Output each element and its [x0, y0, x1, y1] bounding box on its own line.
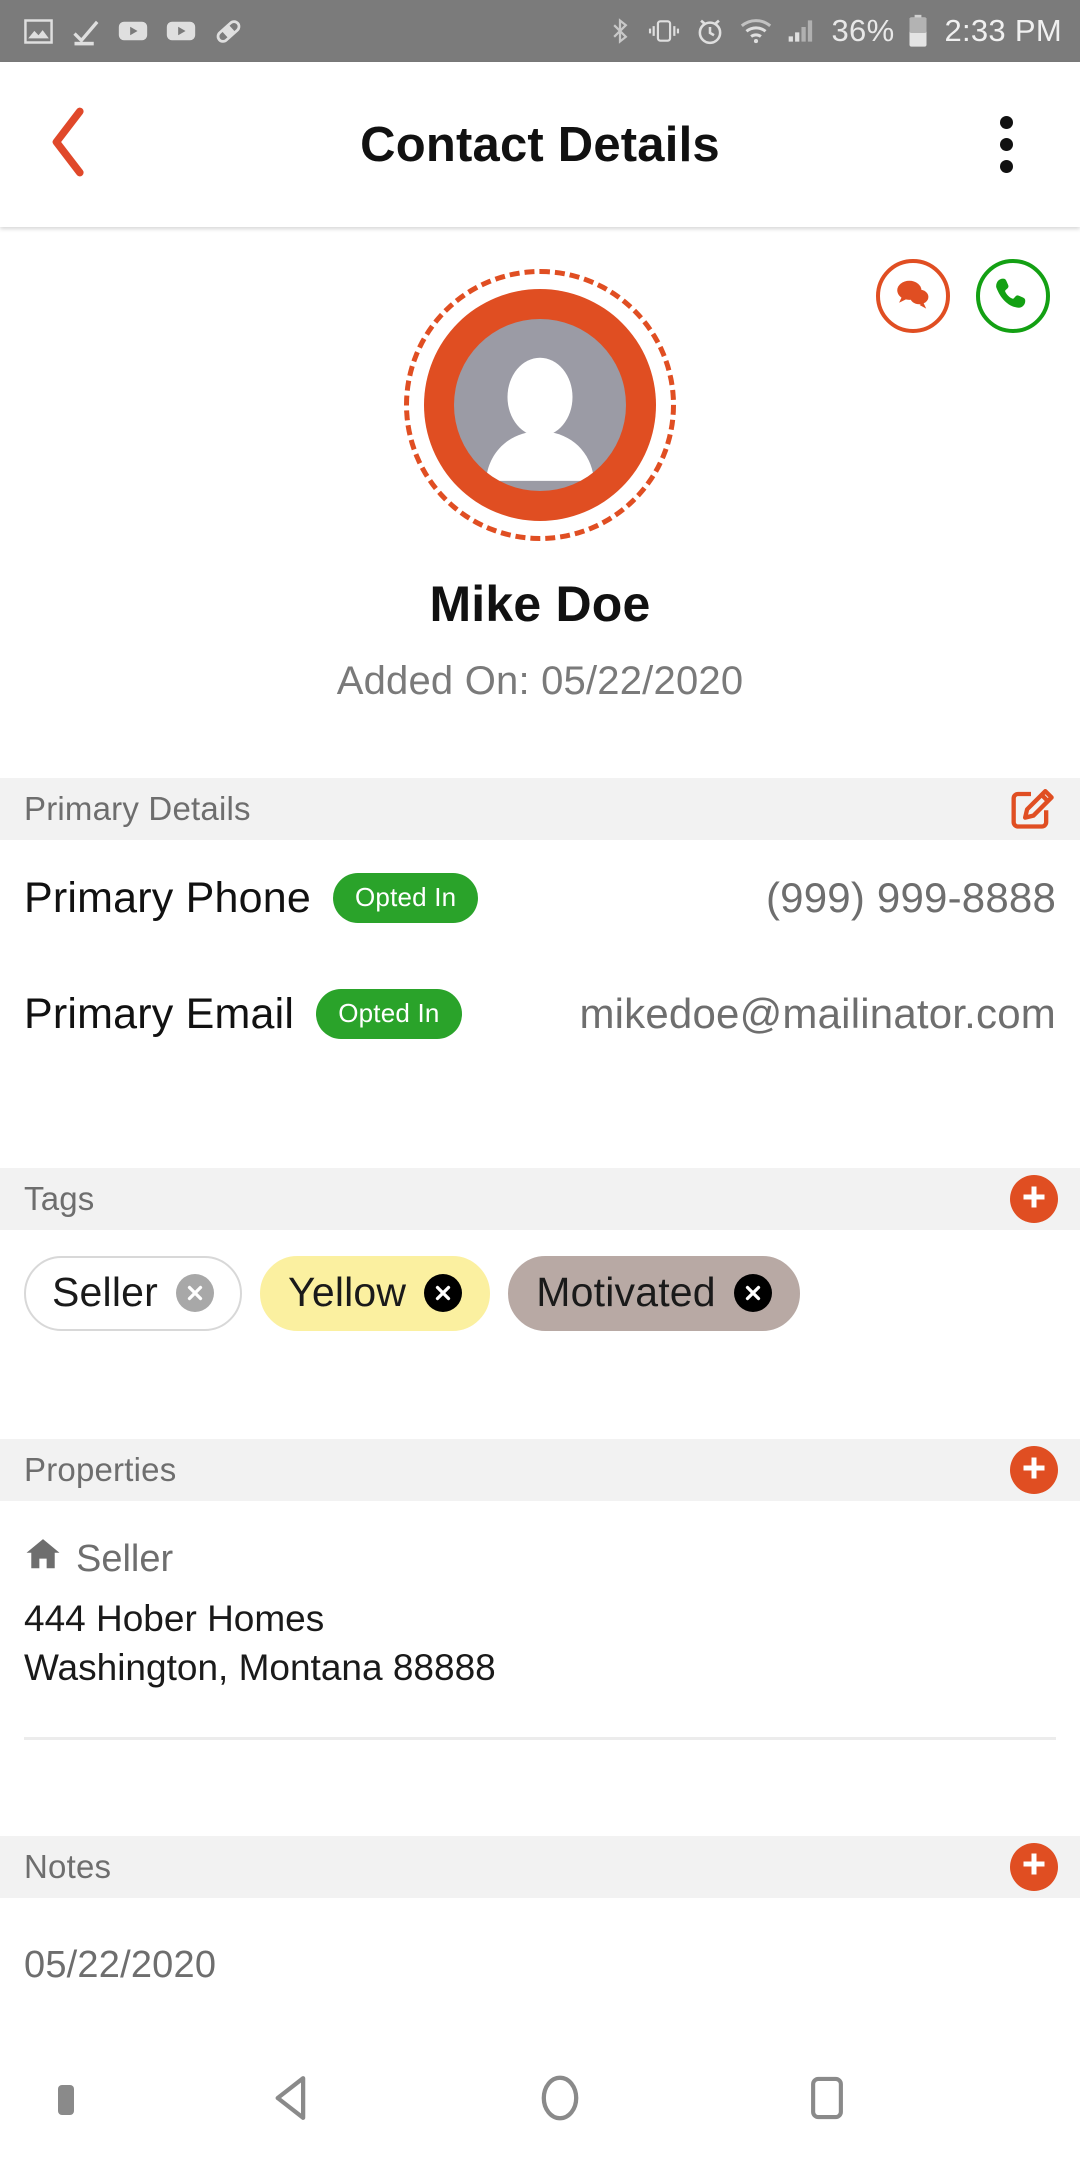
avatar[interactable]	[454, 319, 626, 491]
clock-label: 2:33 PM	[944, 13, 1062, 48]
add-property-button[interactable]	[1010, 1446, 1058, 1494]
property-address-line1: 444 Hober Homes	[24, 1598, 325, 1639]
primary-phone-value: (999) 999-8888	[765, 874, 1056, 921]
edit-primary-details-button[interactable]	[1004, 782, 1058, 836]
tag-label: Motivated	[536, 1269, 716, 1315]
tag-chip[interactable]: Motivated	[508, 1256, 800, 1331]
primary-phone-optin-badge: Opted In	[333, 873, 479, 923]
profile-section: Mike Doe Added On: 05/22/2020	[0, 227, 1080, 704]
avatar-dashed-ring	[404, 269, 676, 541]
edit-pencil-icon	[1005, 781, 1057, 838]
status-bar-left-icons	[22, 14, 245, 48]
plus-circle-icon	[1019, 1849, 1049, 1884]
cellular-signal-icon	[786, 16, 818, 46]
remove-tag-icon[interactable]	[176, 1273, 215, 1312]
property-address: 444 Hober Homes Washington, Montana 8888…	[24, 1595, 1056, 1693]
status-bar-right-icons: 36% 2:33 PM	[606, 13, 1062, 49]
remove-tag-icon[interactable]	[424, 1273, 463, 1312]
primary-details-bottom-spacer	[0, 1072, 1080, 1168]
content-area: Mike Doe Added On: 05/22/2020 Primary De…	[0, 227, 1080, 2040]
phone-icon	[992, 273, 1034, 320]
notes-header: Notes	[0, 1835, 1080, 1898]
nav-home-circle-icon	[533, 2071, 587, 2130]
properties-header: Properties	[0, 1439, 1080, 1501]
chat-bubble-icon	[891, 272, 935, 321]
send-sms-button[interactable]	[876, 259, 950, 333]
primary-details-header: Primary Details	[0, 778, 1080, 840]
property-item[interactable]: Seller 444 Hober Homes Washington, Monta…	[24, 1535, 1056, 1693]
tag-chip[interactable]: Seller	[24, 1256, 243, 1331]
nav-back-triangle-icon	[266, 2071, 320, 2130]
wifi-icon	[739, 16, 773, 46]
tags-bottom-spacer	[0, 1365, 1080, 1439]
more-vertical-icon	[999, 116, 1013, 129]
property-type-row: Seller	[24, 1535, 1056, 1583]
primary-email-left: Primary Email Opted In	[24, 989, 462, 1039]
quick-actions	[876, 259, 1050, 333]
nav-buttons	[0, 2040, 1080, 2160]
battery-percent-label: 36%	[831, 13, 895, 48]
plus-circle-icon	[1019, 1453, 1049, 1488]
profile-bottom-spacer	[0, 704, 1080, 778]
home-icon	[24, 1535, 62, 1583]
page-title: Contact Details	[360, 117, 720, 172]
person-avatar-icon	[454, 356, 626, 491]
notes-title: Notes	[24, 1847, 112, 1885]
tags-title: Tags	[24, 1180, 95, 1217]
primary-email-value: mikedoe@mailinator.com	[579, 990, 1056, 1037]
contact-name: Mike Doe	[429, 576, 651, 632]
remove-tag-icon[interactable]	[733, 1273, 772, 1312]
bluetooth-icon	[606, 16, 634, 46]
primary-details-title: Primary Details	[24, 790, 251, 827]
tag-chip[interactable]: Yellow	[260, 1256, 491, 1331]
primary-email-label: Primary Email	[24, 989, 295, 1038]
primary-phone-row[interactable]: Primary Phone Opted In (999) 999-8888	[24, 840, 1056, 956]
call-button[interactable]	[976, 259, 1050, 333]
contact-details-screen: 36% 2:33 PM Contact Details Mike Doe Add…	[0, 0, 1080, 2160]
plus-circle-icon	[1019, 1182, 1049, 1217]
nav-indicator-dot	[58, 2085, 74, 2115]
overflow-menu-button[interactable]	[960, 90, 1052, 200]
alarm-icon	[694, 15, 726, 47]
add-note-button[interactable]	[1010, 1842, 1058, 1891]
note-item-date[interactable]: 05/22/2020	[24, 1944, 1056, 1987]
primary-email-row[interactable]: Primary Email Opted In mikedoe@mailinato…	[24, 956, 1056, 1072]
tags-list: Seller Yellow Motivated	[0, 1230, 1080, 1365]
app-bar: Contact Details	[0, 62, 1080, 227]
nav-recents-square-icon	[801, 2072, 853, 2129]
add-tag-button[interactable]	[1010, 1175, 1058, 1223]
properties-title: Properties	[24, 1451, 177, 1488]
more-vertical-icon	[999, 160, 1013, 173]
nav-back-button[interactable]	[233, 2040, 353, 2160]
primary-phone-label: Primary Phone	[24, 873, 311, 922]
tags-header: Tags	[0, 1168, 1080, 1230]
nav-recents-button[interactable]	[767, 2040, 887, 2160]
more-vertical-icon	[999, 138, 1013, 151]
image-icon	[22, 15, 55, 48]
properties-list: Seller 444 Hober Homes Washington, Monta…	[0, 1501, 1080, 1693]
properties-bottom-spacer	[0, 1740, 1080, 1836]
download-check-icon	[69, 15, 102, 48]
tag-label: Seller	[52, 1269, 159, 1315]
notes-list: 05/22/2020	[0, 1898, 1080, 1987]
primary-phone-left: Primary Phone Opted In	[24, 873, 479, 923]
property-address-line2: Washington, Montana 88888	[24, 1646, 496, 1688]
tag-label: Yellow	[288, 1269, 407, 1315]
youtube-icon	[116, 14, 150, 48]
nav-home-button[interactable]	[500, 2040, 620, 2160]
primary-email-optin-badge: Opted In	[316, 989, 462, 1039]
vibrate-icon	[647, 16, 681, 46]
added-on-label: Added On: 05/22/2020	[336, 659, 744, 703]
bandage-icon	[212, 15, 245, 48]
property-type-label: Seller	[76, 1537, 174, 1580]
status-bar: 36% 2:33 PM	[0, 0, 1080, 62]
primary-details-body: Primary Phone Opted In (999) 999-8888 Pr…	[0, 840, 1080, 1072]
android-navigation-bar	[0, 2040, 1080, 2160]
youtube-icon	[164, 14, 198, 48]
avatar-accent-ring	[424, 289, 656, 521]
battery-icon	[907, 14, 929, 48]
